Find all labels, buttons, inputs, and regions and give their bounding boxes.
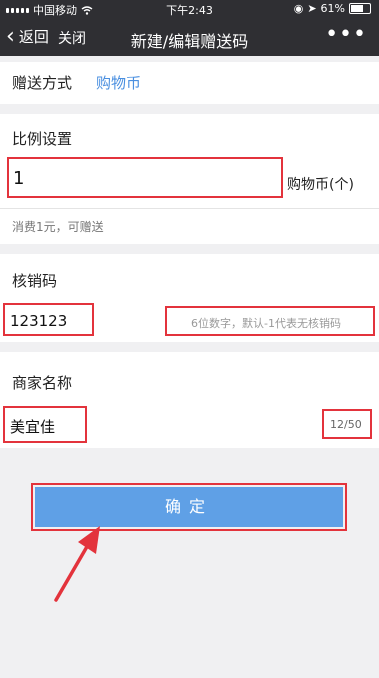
ratio-divider xyxy=(0,208,379,209)
arrow-annotation-icon xyxy=(54,526,100,602)
verify-code-hint-box: 6位数字，默认-1代表无核销码 xyxy=(165,306,375,336)
status-bar: 中国移动 下午2:43 ◉ ➤ 61% xyxy=(0,0,379,18)
merchant-name-input[interactable]: 美宜佳 xyxy=(3,406,87,443)
verify-code-label: 核销码 xyxy=(12,272,58,290)
ratio-section: 比例设置 1 购物币(个) 消费1元，可赠送 xyxy=(0,114,379,244)
nav-bar: ‹ 返回 关闭 新建/编辑赠送码 ••• xyxy=(0,18,379,56)
page-title: 新建/编辑赠送码 xyxy=(130,32,249,51)
ratio-input-value: 1 xyxy=(13,168,25,189)
ratio-unit: 购物币(个) xyxy=(287,177,354,193)
ratio-label: 比例设置 xyxy=(12,130,73,148)
merchant-name-value: 美宜佳 xyxy=(10,418,56,436)
location-icon: ➤ xyxy=(307,2,317,15)
gift-method-value[interactable]: 购物币 xyxy=(96,72,141,93)
ratio-note: 消费1元，可赠送 xyxy=(12,220,104,234)
verify-code-input[interactable]: 123123 xyxy=(3,303,94,336)
merchant-label: 商家名称 xyxy=(12,374,73,392)
verify-code-hint: 6位数字，默认-1代表无核销码 xyxy=(191,317,341,330)
gift-method-label: 赠送方式 xyxy=(12,74,73,92)
more-menu-button[interactable]: ••• xyxy=(325,22,367,47)
verify-code-section: 核销码 123123 6位数字，默认-1代表无核销码 xyxy=(0,254,379,342)
battery-icon xyxy=(349,3,371,14)
verify-code-value: 123123 xyxy=(10,312,68,330)
merchant-counter: 12/50 xyxy=(330,418,362,431)
lock-rotation-icon: ◉ xyxy=(293,2,304,15)
merchant-section: 商家名称 美宜佳 12/50 xyxy=(0,352,379,448)
battery-percent: 61% xyxy=(320,2,345,15)
gift-method-section: 赠送方式 购物币 xyxy=(0,62,379,104)
merchant-counter-box: 12/50 xyxy=(322,409,372,439)
ratio-input[interactable]: 1 xyxy=(7,157,283,198)
